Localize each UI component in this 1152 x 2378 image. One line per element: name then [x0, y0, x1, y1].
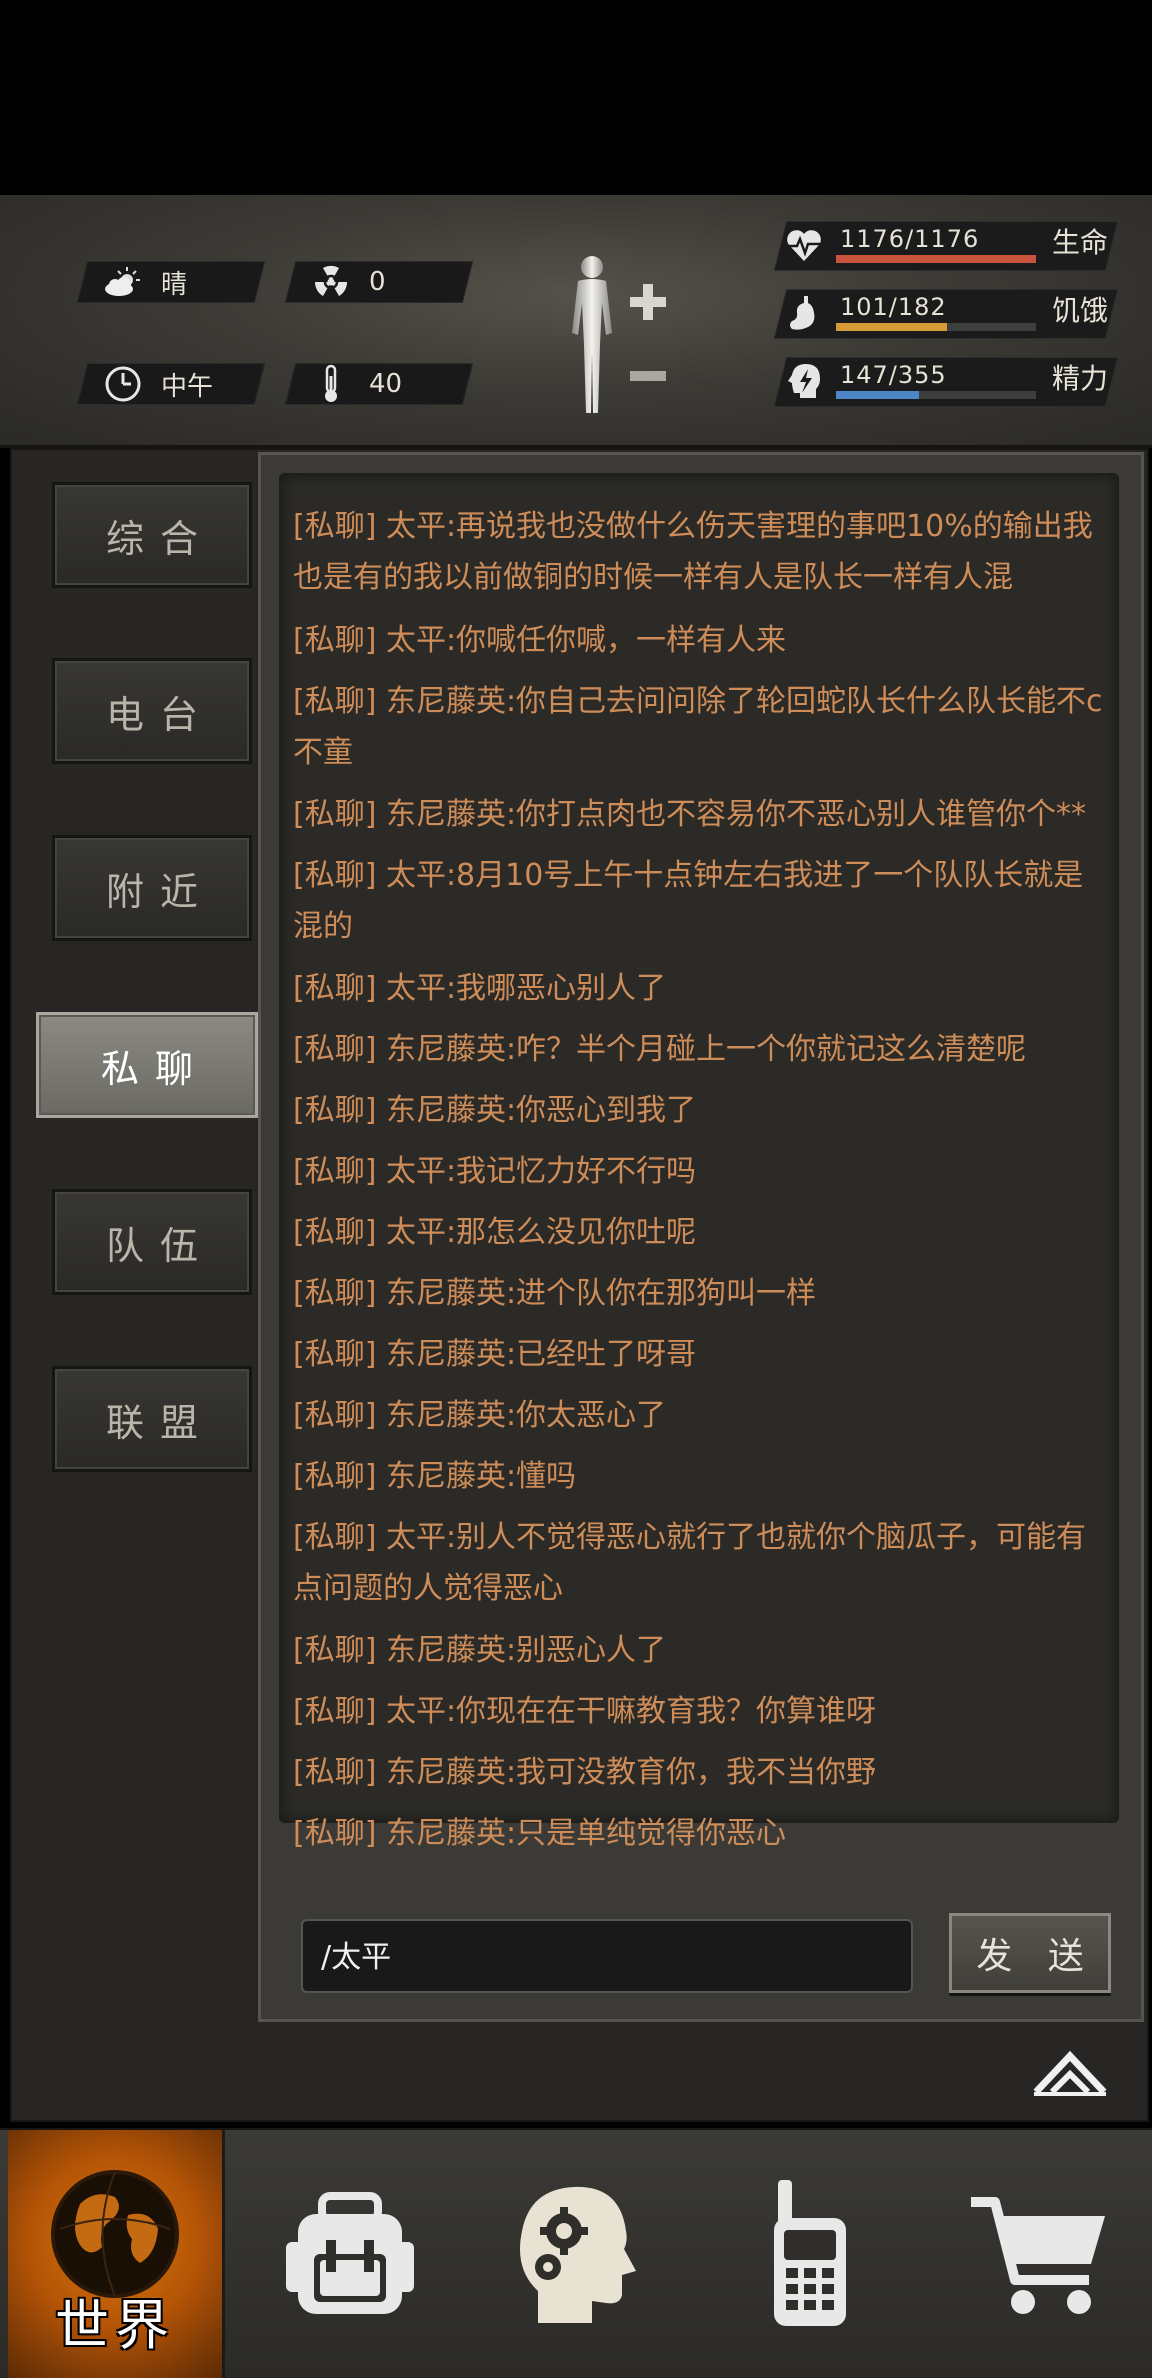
status-panel: 晴 0 中午 40 1176/1176 生命 101/182 饥饿 147/35…: [0, 195, 1152, 448]
tab-alliance[interactable]: 联盟: [52, 1366, 252, 1472]
backpack-icon: [286, 2192, 414, 2314]
vital-energy: 147/355 精力: [770, 357, 1130, 409]
chat-log[interactable]: [私聊] 太平:再说我也没做什么伤天害理的事吧10%的输出我也是有的我以前做铜的…: [279, 473, 1119, 1851]
shopping-cart-icon: [971, 2197, 1105, 2314]
collapse-button[interactable]: [1030, 2044, 1110, 2100]
send-button[interactable]: 发 送: [949, 1913, 1111, 1993]
nav-skills[interactable]: [468, 2130, 688, 2378]
chat-message: [私聊] 太平:再说我也没做什么伤天害理的事吧10%的输出我也是有的我以前做铜的…: [293, 509, 1093, 595]
chat-message: [私聊] 太平:那怎么没见你吐呢: [293, 1215, 697, 1250]
brain-gears-icon: [520, 2186, 636, 2323]
energy-head-icon: [784, 361, 824, 401]
chat-message: [私聊] 东尼藤英:已经吐了呀哥: [293, 1337, 697, 1372]
chat-message: [私聊] 东尼藤英:你恶心到我了: [293, 1093, 697, 1128]
chat-message: [私聊] 太平:你喊任你喊，一样有人来: [293, 623, 787, 658]
chat-message: [私聊] 东尼藤英:你太恶心了: [293, 1398, 667, 1433]
time-label: 中午: [161, 371, 214, 402]
chat-message: [私聊] 东尼藤英:我可没教育你，我不当你野: [293, 1755, 877, 1790]
hunger-label: 饥饿: [1051, 294, 1108, 327]
energy-bar: [836, 391, 1036, 399]
tab-radio-label: 电台: [105, 692, 214, 737]
time-indicator: 中午: [76, 363, 266, 405]
stomach-icon: [784, 293, 824, 333]
chat-message: [私聊] 太平:别人不觉得恶心就行了也就你个脑瓜子，可能有点问题的人觉得恶心: [293, 1520, 1087, 1606]
chat-message: [私聊] 东尼藤英:你自己去问问除了轮回蛇队长什么队长能不c不童: [293, 684, 1103, 770]
vital-health: 1176/1176 生命: [770, 221, 1130, 273]
walkie-talkie-icon: [774, 2180, 846, 2326]
temperature-value: 40: [369, 369, 403, 399]
nav-shop[interactable]: [930, 2130, 1150, 2378]
chat-panel: [私聊] 太平:再说我也没做什么伤天害理的事吧10%的输出我也是有的我以前做铜的…: [258, 452, 1144, 2022]
tab-radio[interactable]: 电台: [52, 658, 252, 764]
clock-icon: [103, 366, 143, 402]
health-label: 生命: [1051, 226, 1108, 259]
sun-cloud-icon: [103, 265, 143, 299]
radiation-indicator: 0: [284, 261, 474, 303]
chat-message: [私聊] 太平:8月10号上午十点钟左右我进了一个队队长就是混的: [293, 858, 1084, 944]
radiation-value: 0: [369, 267, 386, 297]
nav-world[interactable]: 世界: [8, 2130, 225, 2378]
chat-message: [私聊] 东尼藤英:只是单纯觉得你恶心: [293, 1816, 787, 1851]
hunger-bar: [836, 323, 1036, 331]
nav-world-label: 世界: [55, 2294, 175, 2357]
vital-hunger: 101/182 饥饿: [770, 289, 1130, 341]
human-body-icon: [572, 256, 666, 413]
chat-message: [私聊] 东尼藤英:咋？半个月碰上一个你就记这么清楚呢: [293, 1032, 1027, 1067]
weather-label: 晴: [161, 269, 188, 300]
weather-indicator: 晴: [76, 261, 266, 303]
tab-private-chat[interactable]: 私聊: [36, 1012, 258, 1118]
health-bar: [836, 255, 1036, 263]
tab-nearby-label: 附近: [105, 869, 214, 914]
chat-message: [私聊] 太平:我记忆力好不行吗: [293, 1154, 697, 1189]
chat-message: [私聊] 太平:你现在在干嘛教育我？你算谁呀: [293, 1694, 877, 1729]
tab-nearby[interactable]: 附近: [52, 835, 252, 941]
chat-input[interactable]: /太平: [301, 1919, 913, 1993]
tab-alliance-label: 联盟: [105, 1400, 214, 1445]
nav-radio[interactable]: [700, 2130, 920, 2378]
bottom-nav: 世界: [0, 2128, 1152, 2378]
chat-message: [私聊] 东尼藤英:进个队你在那狗叫一样: [293, 1276, 817, 1311]
thermometer-icon: [311, 364, 351, 402]
health-value: 1176/1176: [840, 225, 980, 253]
status-bar-area: [0, 0, 1152, 195]
chat-message: [私聊] 东尼藤英:别恶心人了: [293, 1633, 667, 1668]
tab-private-chat-label: 私聊: [100, 1046, 209, 1091]
chevron-up-icon: [1033, 2050, 1107, 2096]
tab-general[interactable]: 综合: [52, 482, 252, 588]
tab-team-label: 队伍: [105, 1223, 214, 1268]
radiation-icon: [311, 265, 351, 299]
hunger-value: 101/182: [840, 293, 947, 321]
tab-general-label: 综合: [105, 516, 214, 561]
energy-value: 147/355: [840, 361, 947, 389]
energy-label: 精力: [1051, 362, 1108, 395]
heart-pulse-icon: [784, 225, 824, 265]
nav-backpack[interactable]: [240, 2130, 460, 2378]
tab-team[interactable]: 队伍: [52, 1189, 252, 1295]
chat-message: [私聊] 东尼藤英:懂吗: [293, 1459, 577, 1494]
body-status-button[interactable]: [552, 253, 682, 423]
chat-message: [私聊] 东尼藤英:你打点肉也不容易你不恶心别人谁管你个**: [293, 797, 1087, 832]
chat-message: [私聊] 太平:我哪恶心别人了: [293, 971, 667, 1006]
temperature-indicator: 40: [284, 363, 474, 405]
